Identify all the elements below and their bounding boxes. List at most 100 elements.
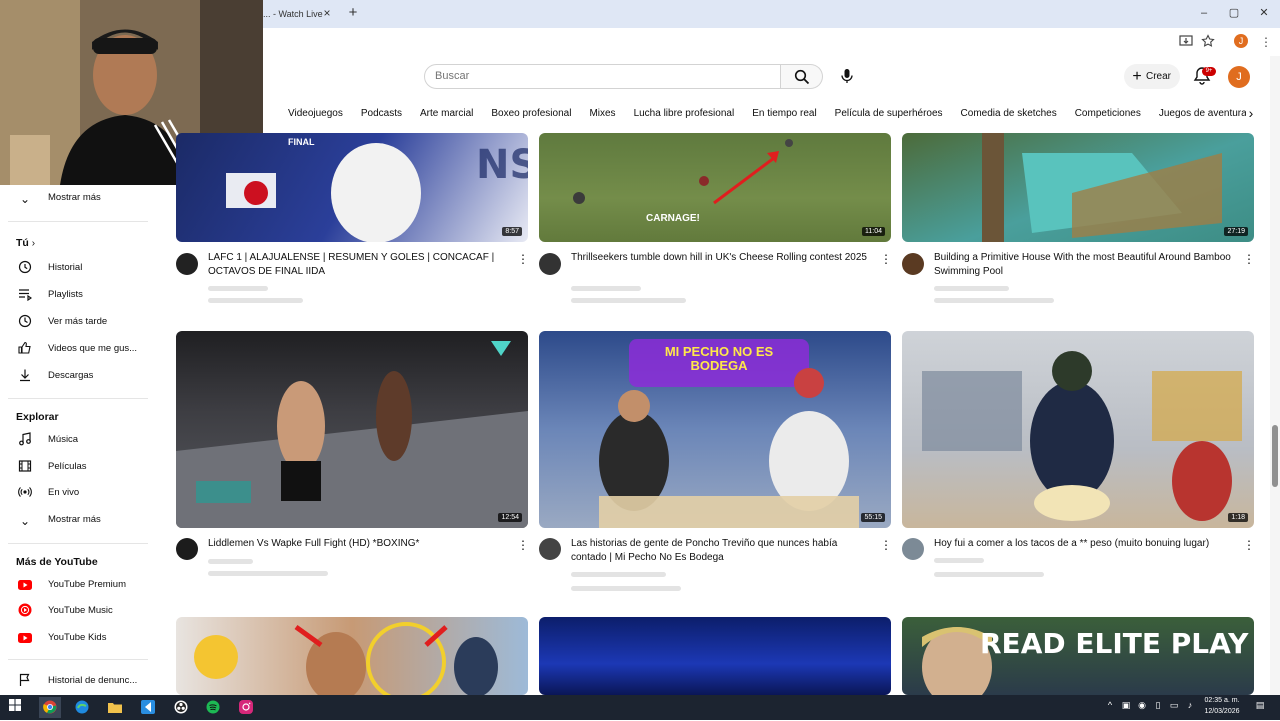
usb-icon[interactable]: ▯	[1152, 700, 1164, 711]
chip-en-tiempo-real[interactable]: En tiempo real	[744, 104, 824, 123]
os-taskbar	[0, 695, 1280, 720]
sidebar-item-musica[interactable]: Música	[0, 430, 160, 452]
video-thumbnail[interactable]: MI PECHO NO ES BODEGA 55:15	[539, 331, 891, 528]
video-meta-placeholder	[934, 558, 984, 563]
tray-app-icon[interactable]: ◉	[1136, 700, 1148, 711]
video-title[interactable]: Building a Primitive House With the most…	[934, 251, 1234, 279]
search-input[interactable]: Buscar	[424, 64, 781, 89]
file-explorer-icon[interactable]	[104, 697, 126, 718]
scrollbar-thumb[interactable]	[1272, 425, 1278, 487]
video-thumbnail[interactable]	[176, 617, 528, 695]
video-thumbnail[interactable]: 27:19	[902, 133, 1254, 242]
search-button[interactable]	[781, 64, 823, 89]
sidebar-item-report-history[interactable]: Historial de denunc...	[0, 671, 160, 693]
video-thumbnail[interactable]: 12:54	[176, 331, 528, 528]
chip-mixes[interactable]: Mixes	[581, 104, 623, 123]
chip-podcasts[interactable]: Podcasts	[353, 104, 410, 123]
sidebar-item-en-vivo[interactable]: En vivo	[0, 483, 160, 505]
chip-arte-marcial[interactable]: Arte marcial	[412, 104, 481, 123]
channel-avatar[interactable]	[176, 538, 198, 560]
channel-avatar[interactable]	[176, 253, 198, 275]
video-duration: 27:19	[1224, 227, 1248, 236]
maximize-icon[interactable]: ▢	[1224, 4, 1244, 22]
video-title[interactable]: Thrillseekers tumble down hill in UK's C…	[571, 251, 871, 265]
video-title[interactable]: Hoy fui a comer a los tacos de a ** peso…	[934, 537, 1234, 551]
volume-icon[interactable]: ♪	[1184, 700, 1196, 710]
sidebar-item-youtube-premium[interactable]: YouTube Premium	[0, 575, 160, 597]
channel-avatar[interactable]	[539, 253, 561, 275]
minimize-icon[interactable]: –	[1194, 4, 1214, 22]
sidebar-item-playlists[interactable]: Playlists	[0, 285, 160, 307]
video-thumbnail[interactable]: CARNAGE! 11:04	[539, 133, 891, 242]
chip-lucha-libre[interactable]: Lucha libre profesional	[626, 104, 743, 123]
chip-juegos-aventura[interactable]: Juegos de aventura	[1151, 104, 1246, 123]
video-thumbnail[interactable]: READ ELITE PLAY INS	[902, 617, 1254, 695]
video-title[interactable]: LAFC 1 | ALAJUALENSE | RESUMEN Y GOLES |…	[208, 251, 508, 279]
video-title[interactable]: Liddlemen Vs Wapke Full Fight (HD) *BOXI…	[208, 537, 508, 551]
youtube-music-icon	[16, 603, 34, 621]
sidebar-show-more-2[interactable]: ⌄ Mostrar más	[0, 510, 160, 532]
network-icon[interactable]: ▭	[1168, 700, 1180, 711]
chip-videojuegos[interactable]: Videojuegos	[280, 104, 351, 123]
sidebar-item-youtube-kids[interactable]: YouTube Kids	[0, 628, 160, 650]
chip-pelicula-superheroes[interactable]: Película de superhéroes	[827, 104, 951, 123]
browser-menu-icon[interactable]: ⋮	[1258, 34, 1274, 50]
chip-competiciones[interactable]: Competiciones	[1067, 104, 1149, 123]
more-options-icon[interactable]: ⋮	[1243, 537, 1255, 553]
sidebar-divider	[8, 221, 148, 222]
vscode-taskbar-icon[interactable]	[137, 697, 159, 718]
sidebar-item-liked-videos[interactable]: Videos que me gus...	[0, 339, 160, 361]
more-options-icon[interactable]: ⋮	[517, 251, 529, 267]
taskbar-time[interactable]: 02:35 a. m.	[1200, 697, 1244, 704]
sidebar-divider	[8, 398, 148, 399]
chevron-right-icon[interactable]: ›	[1244, 103, 1258, 123]
video-title[interactable]: Las historias de gente de Poncho Treviño…	[571, 537, 871, 565]
sidebar-item-peliculas[interactable]: Películas	[0, 457, 160, 479]
video-duration: 11:04	[862, 227, 885, 236]
watch-later-icon	[16, 314, 34, 332]
thumbnail-overlay-text: READ ELITE PLAY INS	[980, 627, 1254, 660]
tray-chevron-up-icon[interactable]: ^	[1104, 700, 1116, 710]
bookmark-star-icon[interactable]	[1200, 34, 1216, 50]
channel-avatar[interactable]	[902, 538, 924, 560]
sidebar-item-youtube-music[interactable]: YouTube Music	[0, 601, 160, 623]
channel-avatar[interactable]	[902, 253, 924, 275]
video-thumbnail[interactable]: 1:18	[902, 331, 1254, 528]
more-options-icon[interactable]: ⋮	[880, 251, 892, 267]
chip-boxeo-profesional[interactable]: Boxeo profesional	[483, 104, 579, 123]
sidebar-explore-heading: Explorar	[16, 411, 59, 423]
channel-avatar[interactable]	[539, 538, 561, 560]
new-tab-icon[interactable]: +	[345, 4, 361, 22]
page-scrollbar[interactable]	[1270, 56, 1280, 695]
chrome-taskbar-icon[interactable]	[39, 697, 61, 718]
more-options-icon[interactable]: ⋮	[517, 537, 529, 553]
chip-comedia-sketches[interactable]: Comedia de sketches	[953, 104, 1065, 123]
close-window-icon[interactable]: ✕	[1254, 4, 1274, 22]
start-menu-icon[interactable]	[4, 697, 26, 718]
sidebar-item-ver-mas-tarde[interactable]: Ver más tarde	[0, 312, 160, 334]
voice-search-button[interactable]	[834, 64, 860, 89]
account-avatar[interactable]: J	[1228, 66, 1250, 88]
tab-close-icon[interactable]: ×	[320, 4, 334, 22]
video-thumbnail[interactable]	[539, 617, 891, 695]
instagram-taskbar-icon[interactable]	[235, 697, 257, 718]
video-meta-placeholder	[208, 298, 303, 303]
liked-icon	[16, 341, 34, 359]
notification-center-icon[interactable]: ▤	[1254, 700, 1266, 711]
edge-taskbar-icon[interactable]	[71, 697, 93, 718]
more-options-icon[interactable]: ⋮	[1243, 251, 1255, 267]
obs-taskbar-icon[interactable]	[170, 697, 192, 718]
thumbnail-overlay-text: CARNAGE!	[646, 213, 700, 224]
video-thumbnail[interactable]: NS FINAL 8:57	[176, 133, 528, 242]
spotify-taskbar-icon[interactable]	[202, 697, 224, 718]
sidebar-item-historial[interactable]: Historial	[0, 258, 160, 280]
sidebar-item-descargas[interactable]: Descargas	[0, 366, 160, 388]
sidebar-show-more-1[interactable]: ⌄ Mostrar más	[0, 188, 160, 210]
thumbnail-overlay-text: FINAL	[288, 137, 315, 147]
taskbar-date[interactable]: 12/03/2026	[1200, 708, 1244, 715]
sidebar-you-heading[interactable]: Tú ›	[16, 237, 35, 249]
browser-profile-avatar[interactable]: J	[1234, 34, 1248, 48]
more-options-icon[interactable]: ⋮	[880, 537, 892, 553]
tray-app-icon[interactable]: ▣	[1120, 700, 1132, 711]
install-app-icon[interactable]	[1178, 34, 1194, 50]
